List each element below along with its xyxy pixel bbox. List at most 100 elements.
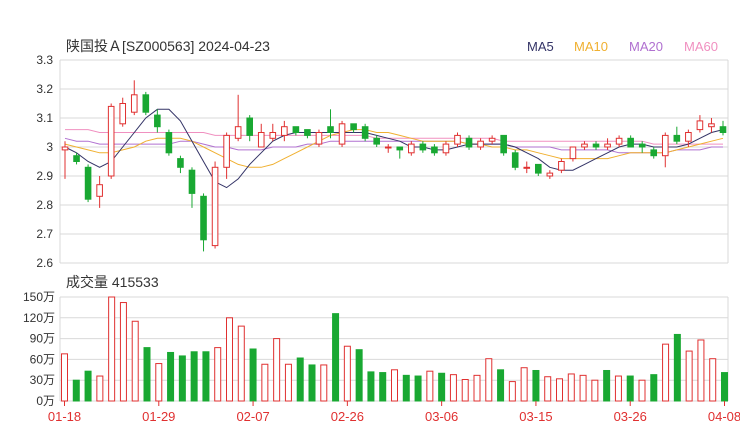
volume-bar [721,372,728,402]
volume-tick-label: 30万 [30,373,55,387]
chart-canvas: 陕国投Ａ[SZ000563] 2024-04-23 成交量 415533 MA5… [0,0,740,440]
date-tick-label: 01-29 [142,409,175,424]
date-tick-label: 03-26 [614,409,647,424]
price-tick-label: 3.2 [36,82,53,96]
volume-bar [178,355,186,402]
volume-bar [284,363,292,402]
candle [211,161,219,249]
volume-bar [556,378,563,402]
candle-body [627,137,634,148]
candle-body [615,137,623,145]
candle-body [130,94,138,113]
volume-bar [638,379,646,402]
volume-bar [508,381,516,402]
price-tick-label: 3.3 [36,53,53,67]
candle-body [604,143,611,148]
volume-bar [296,357,304,402]
candle [107,103,115,179]
candle-body [477,140,484,148]
volume-bar [320,364,328,402]
volume-bar [308,364,316,402]
legend-ma5: MA5 [527,39,554,54]
candle-body [119,103,127,125]
volume-bar [603,369,611,402]
candle-body [454,134,461,145]
volume-bar [190,351,198,402]
volume-bar [237,325,245,402]
volume-bar [650,374,658,402]
price-tick-label: 2.8 [36,198,53,212]
volume-bar [61,353,68,402]
candle-body [73,155,80,162]
candle-body [500,134,507,154]
volume-bar [332,313,340,402]
candle-body [154,114,161,128]
volume-bar [485,358,493,402]
volume-bar [697,339,705,402]
volume-bar [108,296,116,402]
candle-body [431,146,438,154]
candle-body [338,123,346,145]
candle-body [304,129,311,136]
volume-bar [709,358,717,402]
candle-body [96,184,103,197]
volume-bar [367,371,375,402]
candle-body [292,126,300,133]
volume-bar [226,317,233,402]
volume-bar [167,351,175,402]
candle-body [84,166,92,200]
volume-bar [119,302,127,402]
candle-body [546,172,554,177]
date-tick-label: 02-07 [236,409,269,424]
candle-body [257,132,265,148]
date-tick-label: 03-06 [425,409,458,424]
candle [361,123,369,142]
volume-chart-title: 成交量 415533 [66,274,159,290]
volume-bar [273,338,281,402]
price-tick-label: 3 [46,140,53,154]
candle-body [384,146,392,149]
candle-body [396,146,404,151]
volume-bar [249,348,257,402]
candle-body [327,126,334,133]
volume-bar [520,367,528,402]
volume-bar [662,343,670,402]
candle-body [269,132,277,139]
candle [315,129,323,147]
volume-bar [402,374,410,402]
volume-bar [343,345,351,402]
candle-body [361,126,369,139]
candle-body [488,137,496,142]
volume-bar [355,349,363,402]
date-tick-label: 04-08 [708,409,740,424]
volume-bar [685,350,693,402]
volume-bar [591,379,599,402]
date-tick-label: 01-18 [48,409,81,424]
candle-body [61,146,69,151]
candle-body [373,137,380,145]
candle [165,129,173,156]
volume-bar [391,369,398,402]
candle [142,91,150,116]
volume-bar [461,379,469,402]
volume-tick-label: 120万 [23,311,55,325]
price-tick-label: 2.7 [36,227,53,241]
volume-bar [131,320,139,402]
candle [84,164,92,203]
volume-bar [473,374,481,402]
candle-body [638,143,646,148]
volume-bar [449,374,457,402]
candle-body [200,195,207,241]
candle-body [350,123,357,131]
candle-body [708,123,715,128]
candle-body [315,132,323,145]
volume-bar [379,372,387,402]
candle [338,120,346,147]
volume-bar [532,369,540,402]
candle-body [558,161,565,171]
legend-ma10: MA10 [574,39,608,54]
candle-body [719,126,727,133]
candle [511,149,519,171]
volume-bar [143,347,151,402]
volume-tick-label: 0万 [36,394,55,408]
